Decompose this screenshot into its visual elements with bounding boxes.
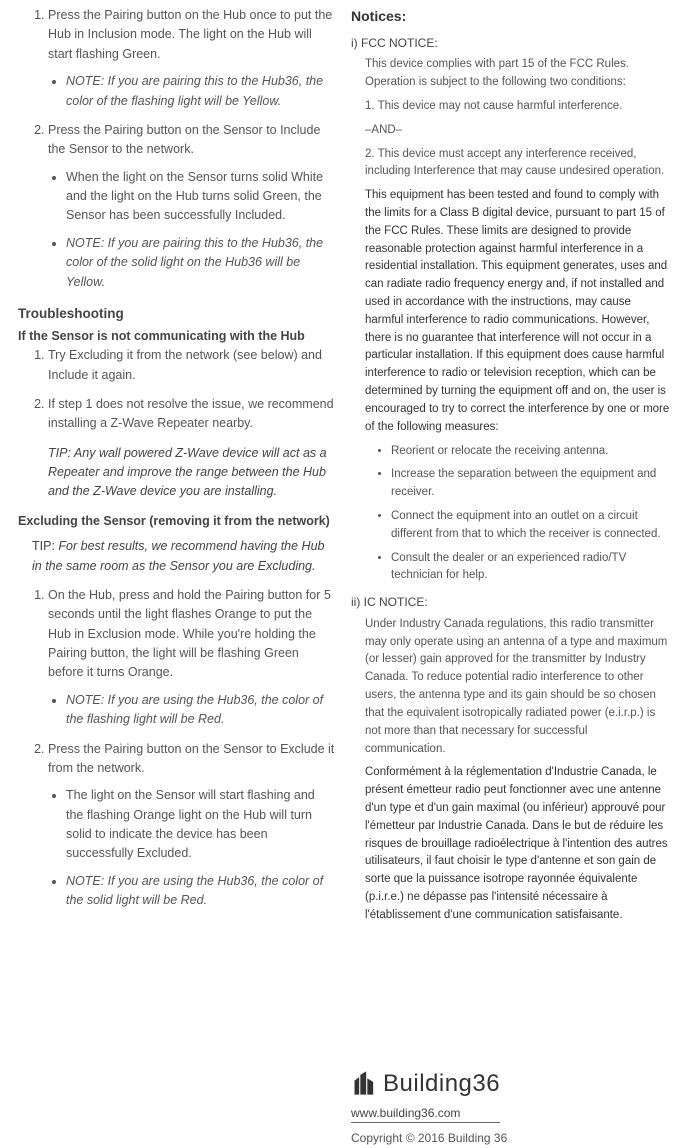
- logo: Building36: [351, 1065, 670, 1102]
- exclude-step-1-text: On the Hub, press and hold the Pairing b…: [48, 588, 331, 680]
- troubleshooting-heading: Troubleshooting: [18, 304, 335, 325]
- fcc-p3: 2. This device must accept any interfere…: [365, 146, 670, 182]
- measure-1: Reorient or relocate the receiving anten…: [391, 443, 670, 461]
- footer: Building36 www.building36.com Copyright …: [351, 1065, 670, 1148]
- ic-notice-heading: ii) IC NOTICE:: [351, 593, 670, 612]
- ic-p1: Under Industry Canada regulations, this …: [365, 616, 670, 759]
- logo-text: Building36: [383, 1065, 500, 1102]
- excluding-tip: TIP: For best results, we recommend havi…: [32, 537, 335, 576]
- troubleshooting-steps: Try Excluding it from the network (see b…: [18, 346, 335, 434]
- trouble-step-1: Try Excluding it from the network (see b…: [48, 346, 335, 385]
- left-column: Press the Pairing button on the Hub once…: [0, 0, 345, 1083]
- ic-notice-body: Under Industry Canada regulations, this …: [351, 616, 670, 925]
- measure-3: Connect the equipment into an outlet on …: [391, 508, 670, 544]
- fcc-p2: 1. This device may not cause harmful int…: [365, 98, 670, 116]
- measure-4: Consult the dealer or an experienced rad…: [391, 550, 670, 586]
- inclusion-steps: Press the Pairing button on the Hub once…: [18, 6, 335, 292]
- exclude-step-2-text: Press the Pairing button on the Sensor t…: [48, 742, 334, 775]
- fcc-and: –AND–: [365, 122, 670, 140]
- measure-2: Increase the separation between the equi…: [391, 466, 670, 502]
- step-2-note: NOTE: If you are pairing this to the Hub…: [66, 234, 335, 292]
- ic-p2: Conformément à la réglementation d'Indus…: [365, 764, 670, 924]
- fcc-p1: This device complies with part 15 of the…: [365, 56, 670, 92]
- excluding-heading: Excluding the Sensor (removing it from t…: [18, 512, 335, 531]
- fcc-p4: This equipment has been tested and found…: [365, 187, 670, 436]
- exclude-step-2: Press the Pairing button on the Sensor t…: [48, 740, 335, 911]
- fcc-measures: Reorient or relocate the receiving anten…: [365, 443, 670, 586]
- repeater-tip: TIP: Any wall powered Z-Wave device will…: [48, 444, 335, 502]
- step-1-text: Press the Pairing button on the Hub once…: [48, 8, 332, 61]
- copyright-text: Copyright © 2016 Building 36: [351, 1129, 670, 1148]
- step-1-note: NOTE: If you are pairing this to the Hub…: [66, 72, 335, 111]
- notices-heading: Notices:: [351, 6, 670, 28]
- troubleshooting-subheading: If the Sensor is not communicating with …: [18, 327, 335, 346]
- excluding-tip-text: For best results, we recommend having th…: [32, 539, 325, 572]
- exclude-step-1-note: NOTE: If you are using the Hub36, the co…: [66, 691, 335, 730]
- exclude-step-2-note: NOTE: If you are using the Hub36, the co…: [66, 872, 335, 911]
- excluding-tip-label: TIP:: [32, 539, 55, 553]
- step-1: Press the Pairing button on the Hub once…: [48, 6, 335, 111]
- step-2-bullet-1: When the light on the Sensor turns solid…: [66, 168, 335, 226]
- fcc-notice-body: This device complies with part 15 of the…: [351, 56, 670, 585]
- exclude-step-2-bullet-1: The light on the Sensor will start flash…: [66, 786, 335, 864]
- right-column: Notices: i) FCC NOTICE: This device comp…: [345, 0, 690, 1083]
- building-icon: [351, 1069, 379, 1097]
- exclude-step-1: On the Hub, press and hold the Pairing b…: [48, 586, 335, 730]
- step-2: Press the Pairing button on the Sensor t…: [48, 121, 335, 292]
- trouble-step-2: If step 1 does not resolve the issue, we…: [48, 395, 335, 434]
- excluding-steps: On the Hub, press and hold the Pairing b…: [18, 586, 335, 911]
- fcc-notice-heading: i) FCC NOTICE:: [351, 34, 670, 53]
- step-2-text: Press the Pairing button on the Sensor t…: [48, 123, 320, 156]
- website-url: www.building36.com: [351, 1104, 500, 1124]
